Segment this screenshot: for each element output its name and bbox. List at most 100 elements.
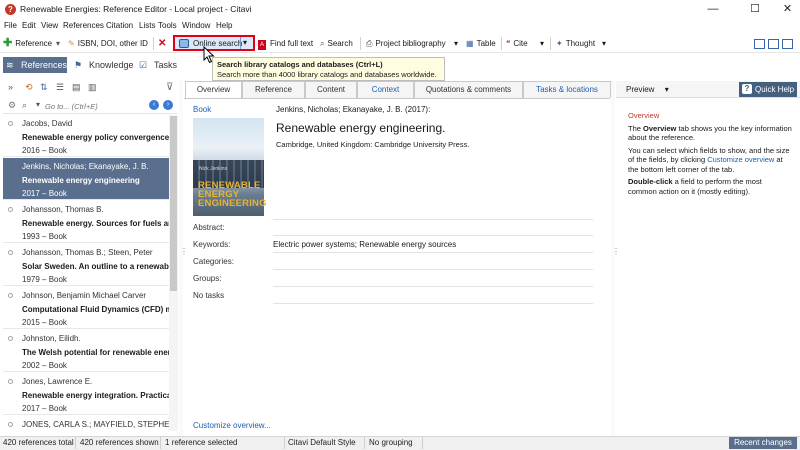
citavi-app-icon[interactable]: ?: [5, 4, 16, 15]
previous-result-icon[interactable]: ‹: [149, 100, 159, 110]
references-icon: ≋: [6, 60, 14, 70]
online-search-dropdown-arrow[interactable]: ▾: [243, 38, 247, 47]
menu-edit[interactable]: Edit: [22, 21, 36, 30]
search-options-dropdown[interactable]: ▾: [36, 100, 40, 109]
maximize-button[interactable]: ☐: [735, 1, 775, 19]
layout-right-icon[interactable]: [782, 39, 793, 49]
filter-icon[interactable]: ⊽: [166, 82, 173, 93]
delete-icon[interactable]: ✕: [158, 37, 166, 50]
list-item[interactable]: Johansson, Thomas B.; Steen, Peter Solar…: [3, 244, 169, 286]
reference-list[interactable]: Jacobs, David Renewable energy policy co…: [3, 115, 169, 431]
right-splitter[interactable]: [611, 80, 615, 436]
list-item[interactable]: JONES, CARLA S.; MAYFIELD, STEPHEN P.: [3, 416, 169, 431]
next-result-icon[interactable]: ›: [163, 100, 173, 110]
knowledge-label: Knowledge: [89, 60, 134, 70]
keywords-field[interactable]: Electric power systems; Renewable energy…: [273, 240, 456, 249]
tab-overview[interactable]: Overview: [185, 81, 242, 99]
preview-heading: Overview: [628, 111, 660, 120]
field-divider: [273, 303, 593, 304]
sort-icon[interactable]: ⇅: [40, 82, 48, 93]
quick-help-label: Quick Help: [755, 85, 795, 94]
list-item[interactable]: Johnson, Benjamin Michael Carver Computa…: [3, 287, 169, 329]
unread-marker-icon: [8, 379, 13, 384]
thought-dropdown-arrow[interactable]: ▾: [602, 37, 606, 50]
minimize-button[interactable]: —: [693, 1, 733, 19]
gear-icon[interactable]: ⚙: [8, 100, 16, 111]
customize-overview-link[interactable]: Customize overview...: [193, 421, 271, 430]
tab-context[interactable]: Context: [357, 81, 414, 98]
citation-style[interactable]: Citavi Default Style: [288, 438, 356, 447]
authors-year-field[interactable]: Jenkins, Nicholas; Ekanayake, J. B. (201…: [276, 105, 430, 114]
list-item-title: Renewable energy policy convergence in: [22, 133, 169, 142]
layout-center-icon[interactable]: [768, 39, 779, 49]
project-bibliography-label: Project bibliography: [375, 39, 446, 48]
preview-text: The: [628, 123, 644, 133]
list-item[interactable]: Jacobs, David Renewable energy policy co…: [3, 115, 169, 157]
menu-window[interactable]: Window: [182, 21, 210, 30]
list-item[interactable]: Jones, Lawrence E. Renewable energy inte…: [3, 373, 169, 415]
menu-bar: File Edit View References Citation Lists…: [0, 20, 800, 34]
list-options-icon[interactable]: ▤: [72, 82, 81, 93]
expand-icon[interactable]: »: [8, 82, 13, 92]
field-divider: [273, 286, 593, 287]
menu-view[interactable]: View: [41, 21, 58, 30]
search-icon[interactable]: ⌕: [22, 100, 27, 111]
search-history-icon[interactable]: ⟲: [25, 82, 33, 93]
cite-button[interactable]: ❝ Cite: [506, 37, 528, 50]
list-item-author: Johansson, Thomas B.; Steen, Peter: [22, 248, 153, 257]
grouping-status[interactable]: No grouping: [369, 438, 413, 447]
menu-citation[interactable]: Citation: [106, 21, 133, 30]
menu-lists[interactable]: Lists: [139, 21, 155, 30]
list-item-author: Jacobs, David: [22, 119, 73, 128]
tasks-icon: ☑: [139, 60, 148, 70]
table-button[interactable]: ▦ Table: [466, 37, 496, 50]
tooltip-title: Search library catalogs and databases (C…: [217, 60, 383, 69]
search-label: Search: [327, 39, 353, 48]
menu-help[interactable]: Help: [216, 21, 232, 30]
place-publisher-field[interactable]: Cambridge, United Kingdom: Cambridge Uni…: [276, 140, 469, 149]
bibliography-dropdown-arrow[interactable]: ▾: [454, 37, 458, 50]
menu-references[interactable]: References: [63, 21, 104, 30]
reference-dropdown-arrow[interactable]: ▾: [56, 37, 60, 50]
tab-quotations[interactable]: Quotations & comments: [414, 81, 523, 98]
status-selected: 1 reference selected: [165, 438, 238, 447]
list-item-selected[interactable]: Jenkins, Nicholas; Ekanayake, J. B. Rene…: [3, 158, 169, 200]
list-item[interactable]: Johansson, Thomas B. Renewable energy. S…: [3, 201, 169, 243]
left-splitter[interactable]: [179, 80, 183, 436]
recent-changes-button[interactable]: Recent changes: [729, 437, 797, 449]
title-field[interactable]: Renewable energy engineering.: [276, 121, 445, 135]
list-item-author: Jenkins, Nicholas; Ekanayake, J. B.: [22, 162, 149, 171]
reference-list-scrollbar[interactable]: [169, 115, 178, 431]
close-button[interactable]: ✕: [775, 1, 800, 19]
menu-tools[interactable]: Tools: [158, 21, 177, 30]
preview-dropdown[interactable]: Preview ▾: [626, 85, 669, 94]
list-item-author: Johnson, Benjamin Michael Carver: [22, 291, 147, 300]
goto-input[interactable]: [45, 100, 141, 112]
isbn-button[interactable]: ✎ ISBN, DOI, other ID: [68, 37, 148, 50]
list-item-year: 1993 – Book: [22, 232, 67, 241]
scrollbar-thumb[interactable]: [170, 116, 177, 291]
find-full-text-button[interactable]: Find full text: [270, 37, 313, 50]
customize-overview-link[interactable]: Customize overview: [707, 155, 774, 164]
list-view-icon[interactable]: ☰: [56, 82, 64, 93]
list-item[interactable]: Johnston, Eilidh. The Welsh potential fo…: [3, 330, 169, 372]
tab-tasks-locations[interactable]: Tasks & locations: [523, 81, 611, 98]
tab-content[interactable]: Content: [305, 81, 357, 98]
project-bibliography-button[interactable]: ⎙ Project bibliography: [366, 37, 446, 50]
knowledge-icon: ⚑: [74, 60, 83, 70]
add-reference-button[interactable]: ✚ Reference: [3, 37, 52, 50]
plus-icon: ✚: [3, 37, 13, 50]
status-shown: 420 references shown: [80, 438, 159, 447]
cite-dropdown-arrow[interactable]: ▾: [540, 37, 544, 50]
reference-type-link[interactable]: Book: [193, 105, 211, 114]
list-item-author: JONES, CARLA S.; MAYFIELD, STEPHEN P.: [22, 420, 169, 429]
preview-text-bold: Double-click: [628, 177, 673, 186]
unread-marker-icon: [8, 422, 13, 427]
menu-file[interactable]: File: [4, 21, 17, 30]
layout-left-icon[interactable]: [754, 39, 765, 49]
compact-view-icon[interactable]: ▥: [88, 82, 97, 93]
thought-button[interactable]: ✦ Thought: [556, 37, 595, 50]
preview-paragraph: The Overview tab shows you the key infor…: [628, 124, 792, 143]
search-button[interactable]: ⌕ Search: [320, 37, 353, 50]
tab-reference[interactable]: Reference: [242, 81, 305, 98]
